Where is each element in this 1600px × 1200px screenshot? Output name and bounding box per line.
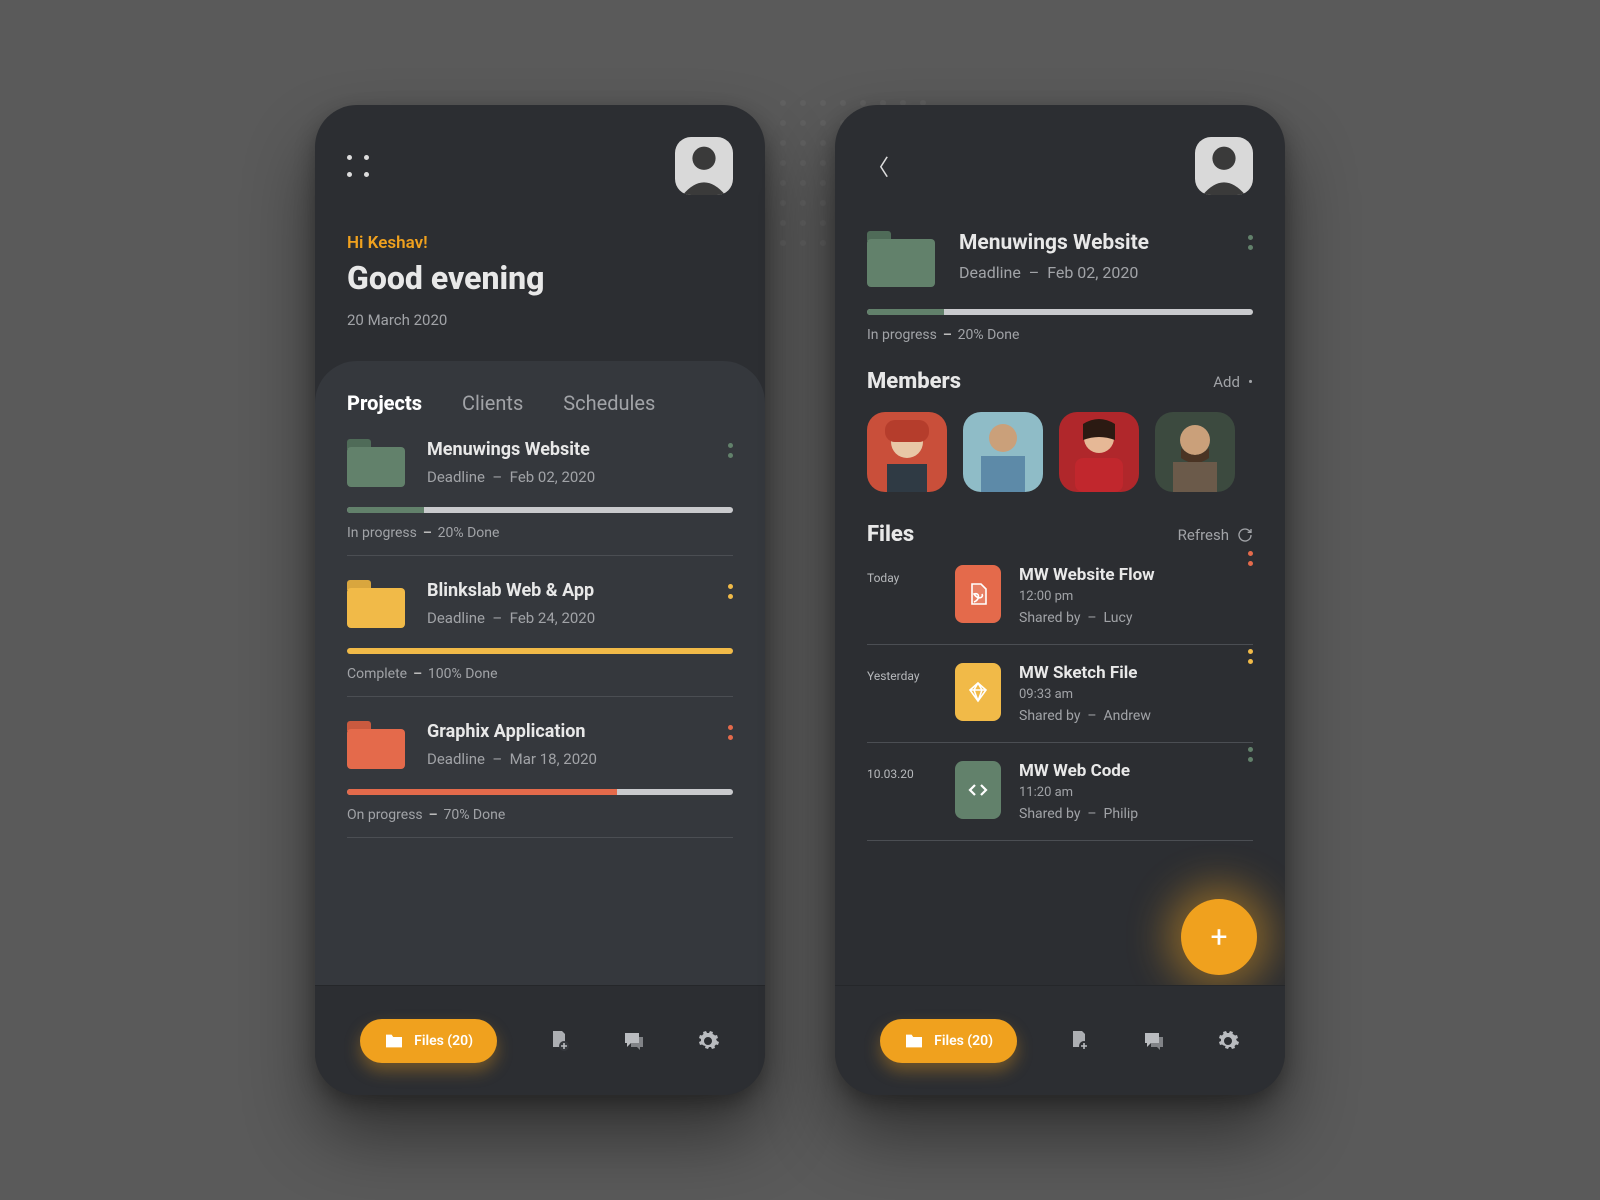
folder-icon <box>867 231 935 287</box>
project-more-icon[interactable] <box>728 584 733 599</box>
tab-schedules[interactable]: Schedules <box>563 391 655 415</box>
progress-bar <box>347 507 733 513</box>
add-member-button[interactable]: Add• <box>1213 373 1253 391</box>
projects-panel: Projects Clients Schedules Menuwings Web… <box>315 361 765 1001</box>
file-name: MW Website Flow <box>1019 565 1155 585</box>
file-type-icon <box>955 663 1001 721</box>
file-shared-by: Shared by – Lucy <box>1019 610 1155 626</box>
member-avatar[interactable] <box>963 412 1043 492</box>
file-more-icon[interactable] <box>1248 649 1253 664</box>
nav-files-button[interactable]: Files (20) <box>880 1019 1017 1063</box>
project-name: Blinkslab Web & App <box>427 580 595 601</box>
member-avatar[interactable] <box>867 412 947 492</box>
project-card[interactable]: Graphix Application Deadline – Mar 18, 2… <box>347 697 733 838</box>
nav-messages-icon[interactable] <box>622 1029 646 1053</box>
members-title: Members <box>867 369 961 394</box>
greeting-date: 20 March 2020 <box>347 311 733 329</box>
refresh-button[interactable]: Refresh <box>1178 526 1253 544</box>
menu-icon[interactable] <box>347 155 369 177</box>
project-deadline: Deadline – Feb 02, 2020 <box>959 263 1149 282</box>
members-list <box>867 412 1253 492</box>
file-type-icon <box>955 565 1001 623</box>
file-type-icon <box>955 761 1001 819</box>
file-row[interactable]: Today MW Website Flow 12:00 pm Shared by… <box>867 547 1253 645</box>
project-status: In progress–20% Done <box>347 525 733 541</box>
folder-icon <box>347 580 405 628</box>
project-name: Menuwings Website <box>427 439 595 460</box>
nav-tasks-icon[interactable] <box>1067 1029 1091 1053</box>
files-title: Files <box>867 522 914 547</box>
folder-icon <box>347 439 405 487</box>
nav-files-button[interactable]: Files (20) <box>360 1019 497 1063</box>
screen-home: Hi Keshav! Good evening 20 March 2020 Pr… <box>315 105 765 1095</box>
file-time: 11:20 am <box>1019 785 1138 800</box>
nav-files-label: Files (20) <box>414 1033 473 1049</box>
project-more-icon[interactable] <box>1248 235 1253 250</box>
avatar[interactable] <box>675 137 733 195</box>
nav-messages-icon[interactable] <box>1142 1029 1166 1053</box>
progress-bar <box>347 648 733 654</box>
file-day: 10.03.20 <box>867 761 937 781</box>
greeting-name: Hi Keshav! <box>347 233 733 253</box>
project-status: In progress–20% Done <box>867 327 1253 343</box>
screen-detail: 〈 Menuwings Website Deadline – Feb 02, 2… <box>835 105 1285 1095</box>
file-shared-by: Shared by – Andrew <box>1019 708 1151 724</box>
project-more-icon[interactable] <box>728 443 733 458</box>
nav-tasks-icon[interactable] <box>547 1029 571 1053</box>
file-name: MW Web Code <box>1019 761 1138 781</box>
progress-bar <box>347 789 733 795</box>
member-avatar[interactable] <box>1155 412 1235 492</box>
nav-settings-icon[interactable] <box>1216 1029 1240 1053</box>
project-name: Menuwings Website <box>959 231 1149 255</box>
bottom-nav: Files (20) <box>315 985 765 1095</box>
project-status: Complete–100% Done <box>347 666 733 682</box>
file-more-icon[interactable] <box>1248 551 1253 566</box>
project-deadline: Deadline – Feb 02, 2020 <box>427 468 595 486</box>
file-row[interactable]: 10.03.20 MW Web Code 11:20 am Shared by … <box>867 743 1253 841</box>
project-card[interactable]: Blinkslab Web & App Deadline – Feb 24, 2… <box>347 556 733 697</box>
project-header: Menuwings Website Deadline – Feb 02, 202… <box>867 231 1253 287</box>
project-progress-bar <box>867 309 1253 315</box>
back-button[interactable]: 〈 <box>867 150 889 182</box>
file-more-icon[interactable] <box>1248 747 1253 762</box>
file-row[interactable]: Yesterday MW Sketch File 09:33 am Shared… <box>867 645 1253 743</box>
nav-settings-icon[interactable] <box>696 1029 720 1053</box>
project-name: Graphix Application <box>427 721 597 742</box>
project-more-icon[interactable] <box>728 725 733 740</box>
file-time: 12:00 pm <box>1019 589 1155 604</box>
project-status: On progress–70% Done <box>347 807 733 823</box>
greeting-title: Good evening <box>347 259 733 297</box>
tab-clients[interactable]: Clients <box>462 391 523 415</box>
greeting: Hi Keshav! Good evening 20 March 2020 <box>347 233 733 329</box>
folder-icon <box>347 721 405 769</box>
file-day: Yesterday <box>867 663 937 683</box>
file-name: MW Sketch File <box>1019 663 1151 683</box>
member-avatar[interactable] <box>1059 412 1139 492</box>
project-deadline: Deadline – Mar 18, 2020 <box>427 750 597 768</box>
tab-projects[interactable]: Projects <box>347 391 422 415</box>
project-deadline: Deadline – Feb 24, 2020 <box>427 609 595 627</box>
file-time: 09:33 am <box>1019 687 1151 702</box>
avatar[interactable] <box>1195 137 1253 195</box>
fab-add-button[interactable]: + <box>1181 899 1257 975</box>
project-card[interactable]: Menuwings Website Deadline – Feb 02, 202… <box>347 415 733 556</box>
bottom-nav: Files (20) <box>835 985 1285 1095</box>
nav-files-label: Files (20) <box>934 1033 993 1049</box>
file-shared-by: Shared by – Philip <box>1019 806 1138 822</box>
file-day: Today <box>867 565 937 585</box>
